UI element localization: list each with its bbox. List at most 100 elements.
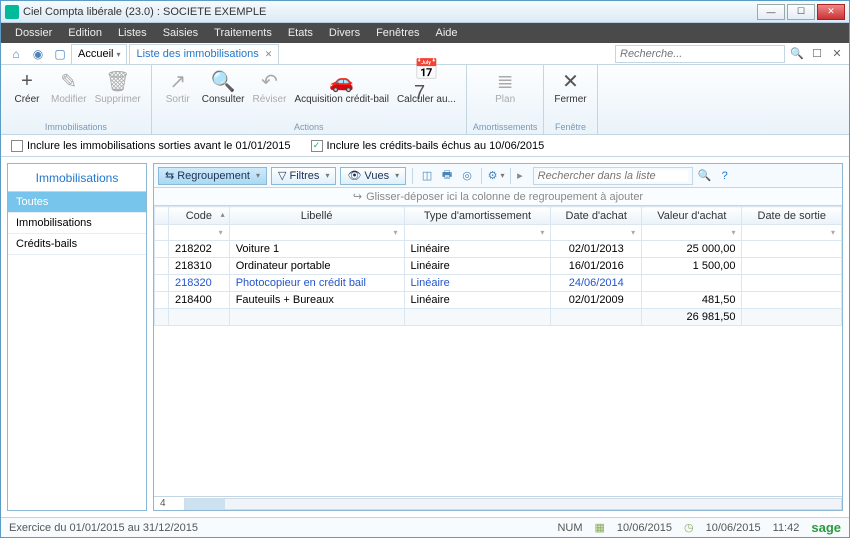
menu-etats[interactable]: Etats: [280, 25, 321, 41]
cell-date_achat: 16/01/2016: [551, 258, 642, 275]
tab-immobilisations[interactable]: Liste des immobilisations ✕: [129, 44, 279, 64]
ribbon-label: Modifier: [51, 94, 87, 105]
regroupement-button[interactable]: ⇆ Regroupement ▾: [158, 167, 267, 185]
export-icon[interactable]: ◫: [419, 168, 435, 184]
new-doc-icon[interactable]: ▢: [52, 46, 68, 62]
maximize-tab-icon[interactable]: ☐: [809, 46, 825, 62]
sidebar-item-toutes[interactable]: Toutes: [8, 192, 146, 213]
table-row[interactable]: 218320Photocopieur en crédit bailLinéair…: [155, 275, 842, 292]
cell-sortie: [742, 258, 842, 275]
cell-code: 218400: [169, 292, 230, 309]
status-date2: 10/06/2015: [706, 522, 761, 534]
menu-traitements[interactable]: Traitements: [206, 25, 280, 41]
cell-valeur: [642, 275, 742, 292]
sidebar-item-cr-dits-bails[interactable]: Crédits-bails: [8, 234, 146, 255]
ribbon-fermer-button[interactable]: ✕Fermer: [550, 67, 590, 107]
grid-search[interactable]: [533, 167, 693, 185]
ribbon-group-label: Fenêtre: [555, 122, 586, 132]
checkbox-label: Inclure les immobilisations sorties avan…: [27, 140, 291, 152]
ribbon-acquisition-cr-dit-bail-button[interactable]: 🚗Acquisition crédit-bail: [290, 67, 393, 107]
main-panel: ⇆ Regroupement ▾ ▽ Filtres ▾ 👁 Vues ▾ ◫ …: [153, 163, 843, 511]
filter-cell[interactable]: ▾: [229, 225, 404, 241]
tab-accueil[interactable]: Accueil ▾: [71, 44, 127, 64]
ribbon-cr-er-button[interactable]: +Créer: [7, 67, 47, 107]
menu-listes[interactable]: Listes: [110, 25, 155, 41]
vues-button[interactable]: 👁 Vues ▾: [340, 167, 406, 185]
col-libell-[interactable]: Libellé: [229, 207, 404, 225]
ribbon-consulter-button[interactable]: 🔍Consulter: [198, 67, 249, 107]
ribbon-group: ↗Sortir🔍Consulter↶Réviser🚗Acquisition cr…: [152, 65, 467, 134]
group-drop-hint[interactable]: ↪ Glisser-déposer ici la colonne de regr…: [154, 188, 842, 206]
filter-cell[interactable]: ▾: [551, 225, 642, 241]
ribbon-calculer-au--button[interactable]: 📅7Calculer au...: [393, 67, 460, 107]
checkbox-inclure-credits[interactable]: ✓ Inclure les crédits-bails échus au 10/…: [311, 140, 545, 152]
ribbon-icon: 🔍: [211, 69, 235, 93]
maximize-button[interactable]: ☐: [787, 4, 815, 20]
global-search[interactable]: [615, 45, 785, 63]
minimize-button[interactable]: —: [757, 4, 785, 20]
h-scrollbar[interactable]: [184, 498, 842, 510]
table-row[interactable]: 218400Fauteuils + BureauxLinéaire02/01/2…: [155, 292, 842, 309]
filtres-button[interactable]: ▽ Filtres ▾: [271, 167, 336, 185]
cell-code: 218320: [169, 275, 230, 292]
cell-valeur: 25 000,00: [642, 241, 742, 258]
col-date-de-sortie[interactable]: Date de sortie: [742, 207, 842, 225]
cell-type: Linéaire: [404, 292, 551, 309]
ribbon-label: Calculer au...: [397, 94, 456, 105]
tab-close-icon[interactable]: ✕: [265, 49, 273, 60]
menu-aide[interactable]: Aide: [428, 25, 466, 41]
col-code[interactable]: Code▴: [169, 207, 230, 225]
help-icon[interactable]: ?: [717, 168, 733, 184]
ribbon-icon: 🗑: [106, 69, 130, 93]
cell-sortie: [742, 292, 842, 309]
status-bar: Exercice du 01/01/2015 au 31/12/2015 NUM…: [1, 517, 849, 537]
close-button[interactable]: ✕: [817, 4, 845, 20]
grid-scroll[interactable]: Code▴LibelléType d'amortissementDate d'a…: [154, 206, 842, 496]
row-count: 4: [154, 498, 184, 509]
search-go-icon[interactable]: 🔍: [789, 46, 805, 62]
home-icon[interactable]: ⌂: [8, 46, 24, 62]
cell-sortie: [742, 275, 842, 292]
button-label: Filtres: [289, 170, 319, 182]
table-row[interactable]: 218202Voiture 1Linéaire02/01/201325 000,…: [155, 241, 842, 258]
menu-edition[interactable]: Edition: [60, 25, 110, 41]
globe-icon[interactable]: ◉: [30, 46, 46, 62]
search-icon[interactable]: 🔍: [697, 168, 713, 184]
ribbon-label: Créer: [14, 94, 39, 105]
filter-cell[interactable]: ▾: [642, 225, 742, 241]
sidebar-item-immobilisations[interactable]: Immobilisations: [8, 213, 146, 234]
tab-label: Liste des immobilisations: [136, 48, 258, 60]
cell-date_achat: 02/01/2009: [551, 292, 642, 309]
brand-logo: sage: [811, 520, 841, 535]
menu-saisies[interactable]: Saisies: [155, 25, 206, 41]
search-input[interactable]: [620, 48, 780, 60]
menu-fenetres[interactable]: Fenêtres: [368, 25, 427, 41]
print-icon[interactable]: 🖶: [439, 168, 455, 184]
menu-dossier[interactable]: Dossier: [7, 25, 60, 41]
close-tab-icon[interactable]: ✕: [829, 46, 845, 62]
target-icon[interactable]: ◎: [459, 168, 475, 184]
table-row[interactable]: 218310Ordinateur portableLinéaire16/01/2…: [155, 258, 842, 275]
filter-cell[interactable]: ▾: [404, 225, 551, 241]
col-type-d-amortissement[interactable]: Type d'amortissement: [404, 207, 551, 225]
sidebar: Immobilisations ToutesImmobilisationsCré…: [7, 163, 147, 511]
status-num: NUM: [557, 522, 582, 534]
ribbon-label: Supprimer: [95, 94, 141, 105]
col-date-d-achat[interactable]: Date d'achat: [551, 207, 642, 225]
grid-search-input[interactable]: [538, 170, 688, 182]
col-valeur-d-achat[interactable]: Valeur d'achat: [642, 207, 742, 225]
clock-icon: ◷: [684, 521, 694, 534]
group-icon: ⇆: [165, 169, 174, 182]
ribbon-group: ≣PlanAmortissements: [467, 65, 545, 134]
menu-divers[interactable]: Divers: [321, 25, 368, 41]
cell-libelle: Photocopieur en crédit bail: [229, 275, 404, 292]
ribbon-group: +Créer✎Modifier🗑SupprimerImmobilisations: [1, 65, 152, 134]
checkbox-inclure-sorties[interactable]: Inclure les immobilisations sorties avan…: [11, 140, 291, 152]
gear-icon[interactable]: ⚙▾: [488, 168, 504, 184]
sum-valeur: 26 981,50: [642, 309, 742, 326]
filter-cell[interactable]: ▾: [169, 225, 230, 241]
filter-cell[interactable]: ▾: [742, 225, 842, 241]
ribbon-plan-button: ≣Plan: [485, 67, 525, 107]
button-label: Regroupement: [177, 170, 250, 182]
window-title: Ciel Compta libérale (23.0) : SOCIETE EX…: [23, 6, 266, 18]
